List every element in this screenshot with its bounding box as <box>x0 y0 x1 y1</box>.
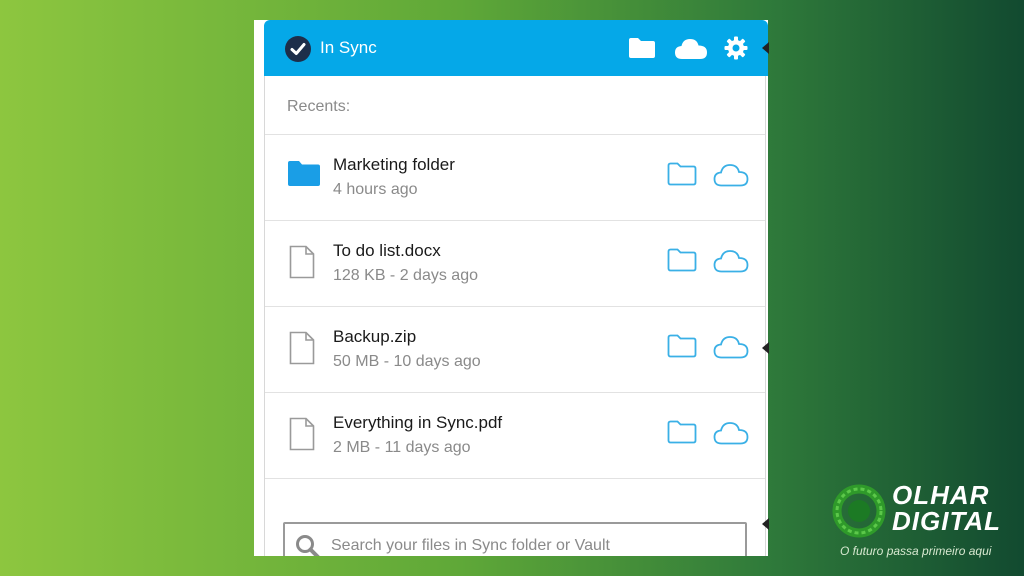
list-item[interactable]: Backup.zip 50 MB - 10 days ago <box>265 306 765 392</box>
open-folder-icon[interactable] <box>667 420 697 449</box>
open-folder-icon[interactable] <box>667 334 697 363</box>
pointer-marker <box>762 342 769 354</box>
list-item[interactable]: Everything in Sync.pdf 2 MB - 11 days ag… <box>265 392 765 478</box>
recents-list-container: Recents: Marketing folder 4 hours ago To… <box>264 76 766 556</box>
pointer-marker <box>762 42 769 54</box>
search-icon <box>295 534 321 556</box>
folder-icon[interactable] <box>628 37 656 64</box>
search-box[interactable] <box>283 522 747 556</box>
watermark-line1: OLHAR <box>892 480 990 510</box>
gear-icon[interactable] <box>724 36 748 65</box>
item-name: Marketing folder <box>333 155 455 174</box>
open-folder-icon[interactable] <box>667 162 697 191</box>
check-circle-icon <box>284 35 312 63</box>
watermark-line2: DIGITAL <box>892 506 1002 536</box>
item-meta: 50 MB - 10 days ago <box>333 353 481 370</box>
olhar-digital-logo-icon <box>832 484 886 543</box>
item-meta: 128 KB - 2 days ago <box>333 267 478 284</box>
document-icon <box>289 331 315 370</box>
cloud-link-icon[interactable] <box>713 163 749 192</box>
list-item[interactable]: To do list.docx 128 KB - 2 days ago <box>265 220 765 306</box>
watermark-tagline: O futuro passa primeiro aqui <box>840 544 992 558</box>
list-divider <box>265 478 765 479</box>
item-name: To do list.docx <box>333 241 441 260</box>
item-meta: 4 hours ago <box>333 181 418 198</box>
sync-status-text: In Sync <box>320 38 377 57</box>
search-input[interactable] <box>329 530 733 556</box>
item-name: Everything in Sync.pdf <box>333 413 503 432</box>
list-item[interactable]: Marketing folder 4 hours ago <box>265 134 765 220</box>
open-folder-icon[interactable] <box>667 248 697 277</box>
recents-list: Marketing folder 4 hours ago To do list.… <box>265 134 765 479</box>
cloud-link-icon[interactable] <box>713 421 749 450</box>
item-name: Backup.zip <box>333 327 417 346</box>
document-icon <box>289 245 315 284</box>
sync-panel: In Sync Recents: Marketing folder 4 hour… <box>254 20 768 556</box>
cloud-link-icon[interactable] <box>713 249 749 278</box>
cloud-link-icon[interactable] <box>713 335 749 364</box>
watermark: OLHAR DIGITAL O futuro passa primeiro aq… <box>828 482 1018 566</box>
folder-icon <box>287 159 321 192</box>
item-meta: 2 MB - 11 days ago <box>333 439 471 456</box>
recents-label: Recents: <box>287 98 351 115</box>
status-bar: In Sync <box>264 20 768 76</box>
cloud-icon[interactable] <box>674 36 708 65</box>
document-icon <box>289 417 315 456</box>
pointer-marker <box>762 518 769 530</box>
